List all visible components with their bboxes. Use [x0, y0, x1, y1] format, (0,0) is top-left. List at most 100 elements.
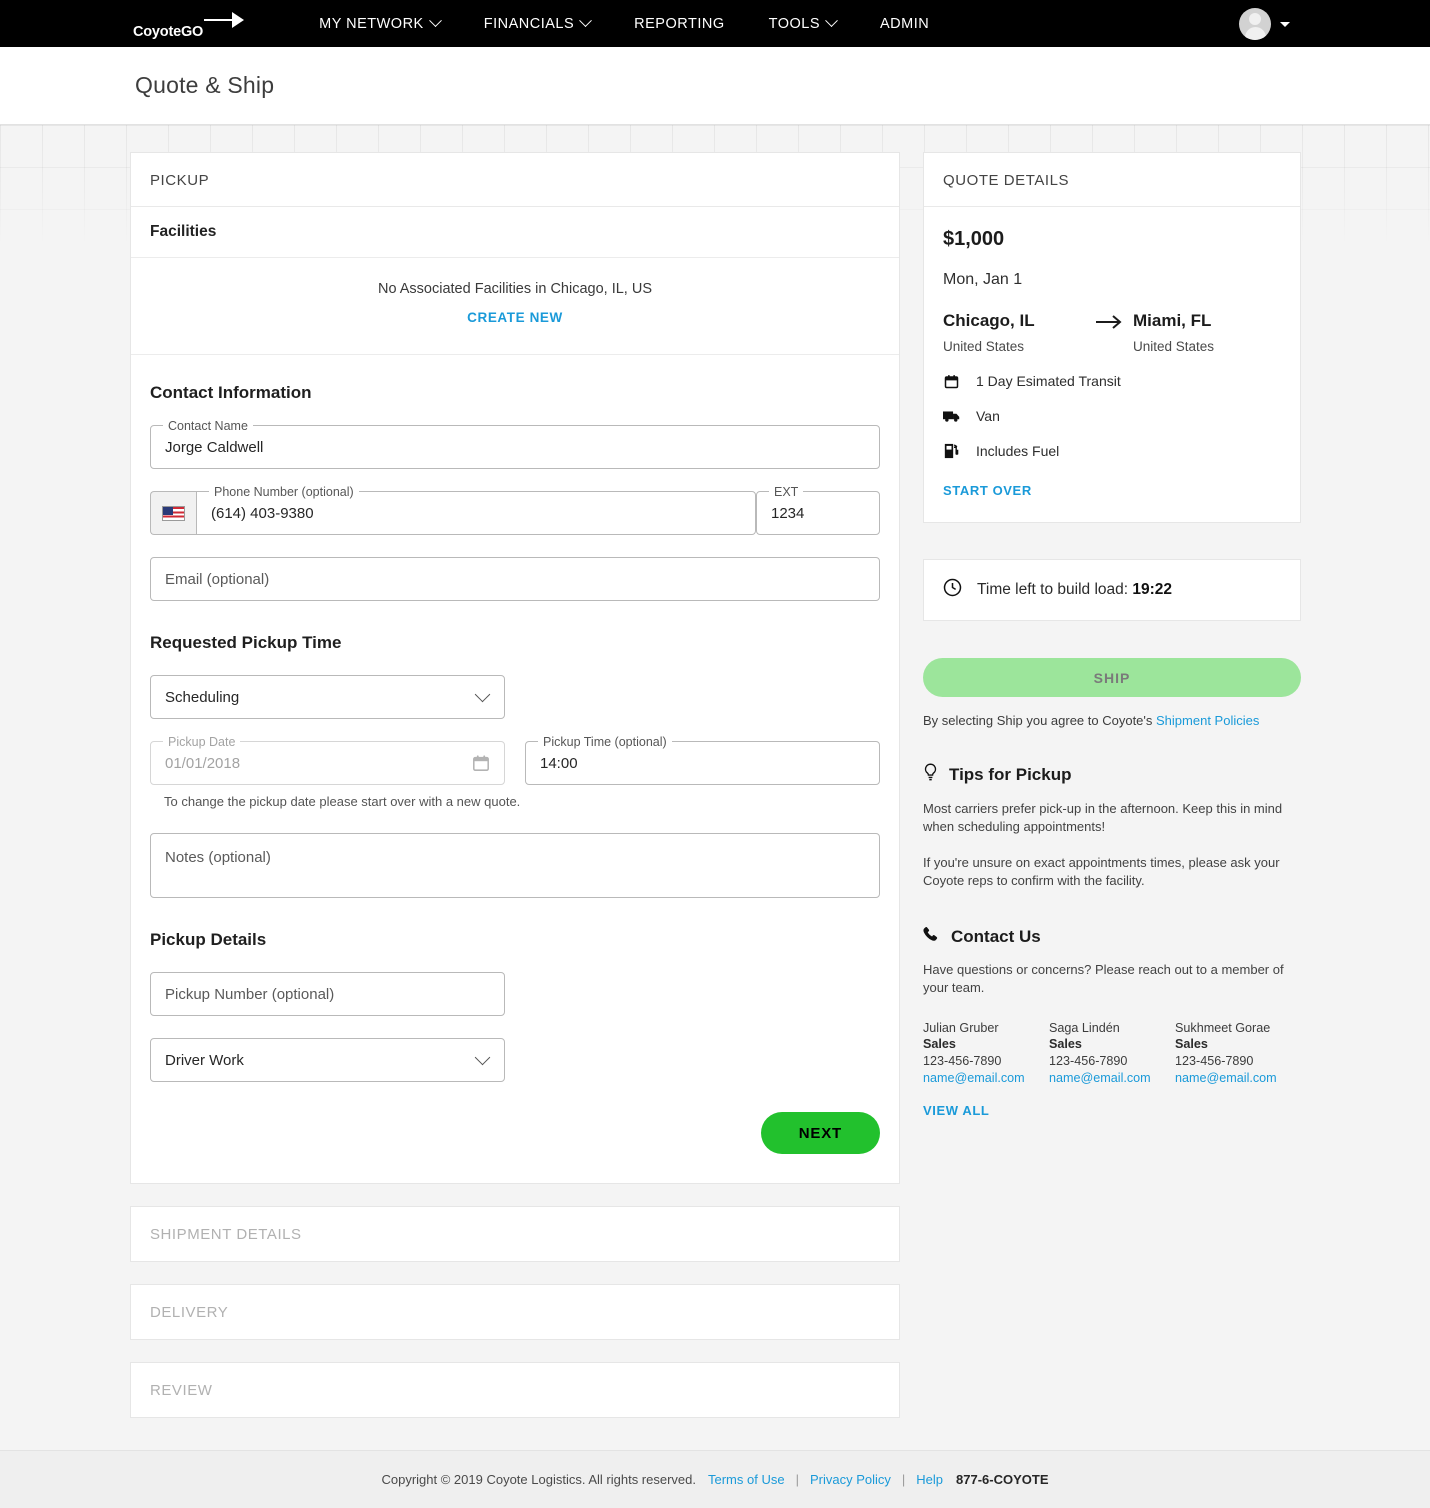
pickup-card: PICKUP Facilities No Associated Faciliti…	[130, 152, 900, 1184]
ext-input[interactable]	[757, 505, 879, 522]
notes-input[interactable]	[151, 834, 879, 897]
facilities-empty-message: No Associated Facilities in Chicago, IL,…	[150, 281, 880, 297]
nav-label: FINANCIALS	[484, 16, 574, 32]
contact-email[interactable]: name@email.com	[1049, 1070, 1175, 1087]
email-field[interactable]	[150, 557, 880, 601]
contact-us-description: Have questions or concerns? Please reach…	[923, 961, 1301, 998]
clock-icon	[943, 578, 962, 602]
email-input[interactable]	[151, 571, 879, 588]
origin-country: United States	[943, 339, 1089, 354]
ext-label: EXT	[769, 484, 803, 500]
footer-privacy-link[interactable]: Privacy Policy	[810, 1472, 891, 1487]
phone-icon	[923, 926, 940, 948]
footer-terms-link[interactable]: Terms of Use	[708, 1472, 785, 1487]
pickup-time-field[interactable]: Pickup Time (optional) 14:00	[525, 741, 880, 785]
step-review[interactable]: REVIEW	[130, 1362, 900, 1418]
contact-person: Saga Lindén Sales 123-456-7890 name@emai…	[1049, 1020, 1175, 1086]
equipment-text: Van	[976, 408, 1000, 424]
nav-item-tools[interactable]: TOOLS	[747, 16, 858, 32]
timer-label: Time left to build load:	[977, 581, 1128, 598]
calendar-icon	[943, 374, 960, 389]
quote-details-body: $1,000 Mon, Jan 1 Chicago, IL United Sta…	[924, 207, 1300, 522]
ship-agreement-text: By selecting Ship you agree to Coyote's …	[923, 713, 1301, 728]
origin: Chicago, IL United States	[943, 311, 1089, 354]
account-menu[interactable]	[1239, 8, 1290, 40]
right-column: QUOTE DETAILS $1,000 Mon, Jan 1 Chicago,…	[923, 152, 1301, 1418]
nav-item-admin[interactable]: ADMIN	[858, 16, 951, 32]
timer-value: 19:22	[1132, 581, 1172, 598]
tips-paragraph-1: Most carriers prefer pick-up in the afte…	[923, 800, 1301, 837]
pickup-number-input[interactable]	[151, 986, 504, 1003]
arrow-right-icon	[1089, 311, 1133, 330]
nav-item-financials[interactable]: FINANCIALS	[462, 16, 612, 32]
footer-help-link[interactable]: Help	[916, 1472, 943, 1487]
country-flag-selector[interactable]	[150, 491, 196, 535]
fuel-pump-icon	[943, 443, 960, 459]
phone-number-field[interactable]: Phone Number (optional)	[196, 491, 756, 535]
phone-row: Phone Number (optional) EXT	[150, 491, 880, 535]
contact-email[interactable]: name@email.com	[923, 1070, 1049, 1087]
ext-field[interactable]: EXT	[756, 491, 880, 535]
contact-phone: 123-456-7890	[1049, 1053, 1175, 1070]
destination: Miami, FL United States	[1133, 311, 1279, 354]
nav-item-my-network[interactable]: MY NETWORK	[297, 16, 462, 32]
contact-person: Julian Gruber Sales 123-456-7890 name@em…	[923, 1020, 1049, 1086]
contact-information-heading: Contact Information	[150, 383, 880, 403]
agreement-prefix: By selecting Ship you agree to Coyote's	[923, 713, 1156, 728]
us-flag-icon	[162, 506, 185, 521]
ship-button[interactable]: SHIP	[923, 658, 1301, 697]
facilities-empty-state: No Associated Facilities in Chicago, IL,…	[131, 258, 899, 355]
notes-field[interactable]	[150, 833, 880, 898]
caret-down-icon	[1280, 22, 1290, 27]
date-time-row: Pickup Date 01/01/2018 Pickup Time (opti…	[150, 741, 880, 785]
destination-country: United States	[1133, 339, 1279, 354]
chevron-down-icon	[579, 14, 592, 27]
contact-role: Sales	[923, 1036, 1049, 1053]
nav-item-reporting[interactable]: REPORTING	[612, 16, 746, 32]
quote-date: Mon, Jan 1	[943, 271, 1281, 289]
main-menu: MY NETWORK FINANCIALS REPORTING TOOLS AD…	[297, 16, 951, 32]
step-shipment-details[interactable]: SHIPMENT DETAILS	[130, 1206, 900, 1262]
nav-label: REPORTING	[634, 16, 724, 32]
scheduling-select-value: Scheduling	[151, 689, 253, 706]
create-new-facility-link[interactable]: CREATE NEW	[467, 310, 563, 325]
calendar-icon	[472, 754, 490, 777]
scheduling-select[interactable]: Scheduling	[150, 675, 505, 719]
destination-city: Miami, FL	[1133, 311, 1279, 331]
pickup-time-label: Pickup Time (optional)	[538, 734, 672, 750]
driver-work-select[interactable]: Driver Work	[150, 1038, 505, 1082]
contact-us-title: Contact Us	[951, 927, 1041, 947]
coyotego-logo[interactable]: CoyoteGO	[133, 8, 246, 40]
pickup-date-field: Pickup Date 01/01/2018	[150, 741, 505, 785]
pickup-date-label: Pickup Date	[163, 734, 240, 750]
tips-paragraph-2: If you're unsure on exact appointments t…	[923, 854, 1301, 891]
footer-separator: |	[796, 1472, 799, 1487]
step-delivery[interactable]: DELIVERY	[130, 1284, 900, 1340]
driver-work-select-value: Driver Work	[151, 1052, 258, 1069]
pickup-time-value: 14:00	[526, 755, 879, 772]
contact-name-field[interactable]: Contact Name	[150, 425, 880, 469]
quote-price: $1,000	[943, 228, 1281, 251]
start-over-link[interactable]: START OVER	[943, 483, 1032, 498]
next-button[interactable]: NEXT	[761, 1112, 880, 1154]
page-title: Quote & Ship	[135, 72, 274, 99]
contact-list: Julian Gruber Sales 123-456-7890 name@em…	[923, 1020, 1301, 1086]
top-navigation-bar: CoyoteGO MY NETWORK FINANCIALS REPORTING…	[0, 0, 1430, 47]
pickup-date-value: 01/01/2018	[151, 755, 504, 772]
transit-text: 1 Day Esimated Transit	[976, 373, 1121, 389]
quote-details-card: QUOTE DETAILS $1,000 Mon, Jan 1 Chicago,…	[923, 152, 1301, 523]
truck-icon	[943, 410, 960, 423]
pickup-details-heading: Pickup Details	[150, 930, 880, 950]
footer-phone: 877-6-COYOTE	[956, 1472, 1048, 1487]
content-area: PICKUP Facilities No Associated Faciliti…	[0, 125, 1430, 1418]
contact-email[interactable]: name@email.com	[1175, 1070, 1301, 1087]
footer-separator: |	[902, 1472, 905, 1487]
contact-role: Sales	[1049, 1036, 1175, 1053]
view-all-contacts-link[interactable]: VIEW ALL	[923, 1103, 989, 1118]
chevron-down-icon	[825, 14, 838, 27]
phone-number-input[interactable]	[197, 505, 755, 522]
contact-name-input[interactable]	[151, 439, 879, 456]
shipment-policies-link[interactable]: Shipment Policies	[1156, 713, 1259, 728]
contact-name: Julian Gruber	[923, 1020, 1049, 1037]
pickup-number-field[interactable]	[150, 972, 505, 1016]
